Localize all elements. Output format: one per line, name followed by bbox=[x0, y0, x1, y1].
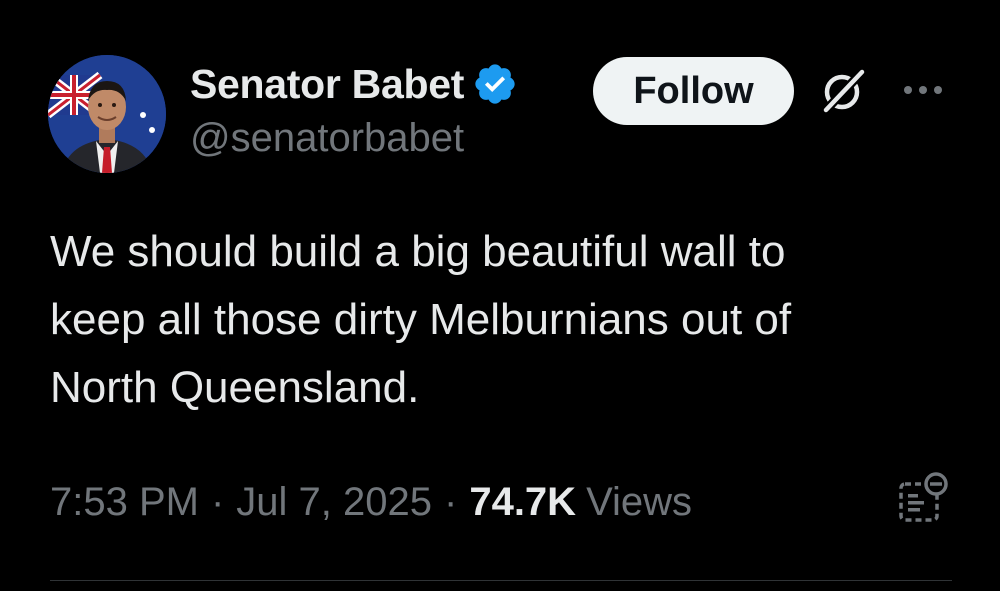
meta-separator: · bbox=[210, 479, 225, 524]
tweet-text: We should build a big beautiful wall to … bbox=[50, 227, 792, 412]
divider bbox=[50, 580, 952, 581]
views-label[interactable]: Views bbox=[586, 480, 692, 525]
meta-separator: · bbox=[444, 479, 458, 524]
display-name[interactable]: Senator Babet bbox=[190, 61, 464, 108]
grok-icon[interactable] bbox=[818, 64, 870, 116]
follow-button[interactable]: Follow bbox=[593, 57, 794, 125]
views-count[interactable]: 74.7K bbox=[469, 480, 576, 525]
avatar-image bbox=[48, 55, 166, 173]
more-options-icon[interactable] bbox=[898, 68, 948, 112]
author-info: Senator Babet @senatorbabet bbox=[190, 58, 518, 161]
username-handle[interactable]: @senatorbabet bbox=[190, 116, 518, 161]
avatar[interactable] bbox=[48, 55, 166, 173]
verified-badge-icon[interactable] bbox=[472, 61, 518, 107]
tweet-meta: 7:53 PM · Jul 7, 2025 · 74.7K Views bbox=[50, 474, 692, 530]
tweet-date[interactable]: Jul 7, 2025 bbox=[236, 480, 432, 525]
view-analytics-icon[interactable] bbox=[896, 470, 952, 526]
tweet-card: Senator Babet @senatorbabet Follow We sh bbox=[0, 0, 1000, 591]
name-row: Senator Babet bbox=[190, 58, 518, 110]
tweet-time[interactable]: 7:53 PM bbox=[50, 480, 199, 525]
